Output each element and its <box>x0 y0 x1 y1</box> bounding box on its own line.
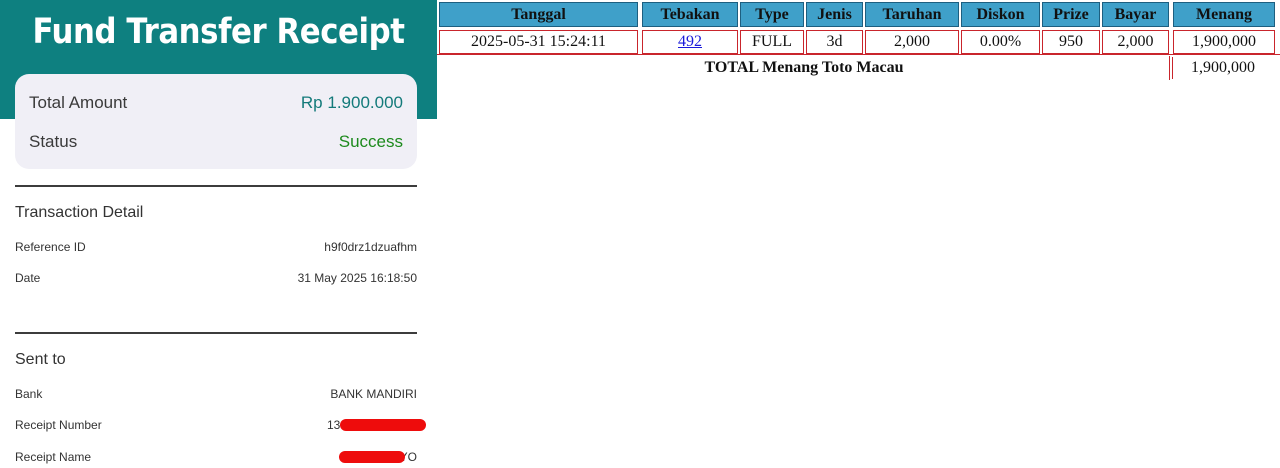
column-header-taruhan: Taruhan <box>865 2 959 27</box>
reference-id-value: h9f0drz1dzuafhm <box>324 240 417 254</box>
date-label: Date <box>15 271 41 285</box>
total-label: TOTAL Menang Toto Macau <box>704 59 904 76</box>
column-header-menang: Menang <box>1173 2 1275 27</box>
cell-bayar: 2,000 <box>1102 30 1169 54</box>
cell-type: FULL <box>740 30 804 54</box>
column-header-jenis: Jenis <box>806 2 863 27</box>
total-amount-label: Total Amount <box>29 93 128 112</box>
cell-diskon: 0.00% <box>961 30 1040 54</box>
total-divider <box>1169 56 1170 80</box>
bank-row: Bank BANK MANDIRI <box>15 387 417 405</box>
receipt-number-label: Receipt Number <box>15 418 102 432</box>
redaction-mark <box>339 451 405 463</box>
bank-label: Bank <box>15 387 43 401</box>
column-header-diskon: Diskon <box>961 2 1040 27</box>
status-value: Success <box>338 132 403 151</box>
reference-id-row: Reference ID h9f0drz1dzuafhm <box>15 240 417 258</box>
date-value: 31 May 2025 16:18:50 <box>297 271 417 285</box>
row-divider <box>437 54 1280 55</box>
transaction-detail-title: Transaction Detail <box>15 204 144 221</box>
divider <box>15 332 417 334</box>
status-row: Status Success <box>29 132 403 156</box>
summary-card: Total Amount Rp 1.900.000 Status Success <box>15 74 417 169</box>
cell-tanggal: 2025-05-31 15:24:11 <box>439 30 638 54</box>
receipt-name-label: Receipt Name <box>15 450 92 464</box>
divider <box>15 185 417 187</box>
total-amount-row: Total Amount Rp 1.900.000 <box>29 93 403 117</box>
bank-value: BANK MANDIRI <box>330 387 417 401</box>
total-amount-value: Rp 1.900.000 <box>300 93 403 112</box>
column-header-prize: Prize <box>1042 2 1100 27</box>
tebakan-link[interactable]: 492 <box>678 33 702 50</box>
receipt-title: Fund Transfer Receipt <box>32 12 405 52</box>
date-row: Date 31 May 2025 16:18:50 <box>15 271 417 289</box>
sent-to-title: Sent to <box>15 351 66 368</box>
reference-id-label: Reference ID <box>15 240 86 254</box>
total-value: 1,900,000 <box>1172 57 1273 79</box>
column-header-tebakan: Tebakan <box>642 2 738 27</box>
column-header-tanggal: Tanggal <box>439 2 638 27</box>
redaction-mark <box>340 419 426 431</box>
cell-tebakan: 492 <box>642 30 738 54</box>
fund-transfer-receipt: Fund Transfer Receipt Total Amount Rp 1.… <box>0 0 437 468</box>
cell-taruhan: 2,000 <box>865 30 959 54</box>
cell-jenis: 3d <box>806 30 863 54</box>
column-header-type: Type <box>740 2 804 27</box>
status-label: Status <box>29 132 78 151</box>
cell-menang: 1,900,000 <box>1173 30 1275 54</box>
cell-prize: 950 <box>1042 30 1100 54</box>
column-header-bayar: Bayar <box>1102 2 1169 27</box>
